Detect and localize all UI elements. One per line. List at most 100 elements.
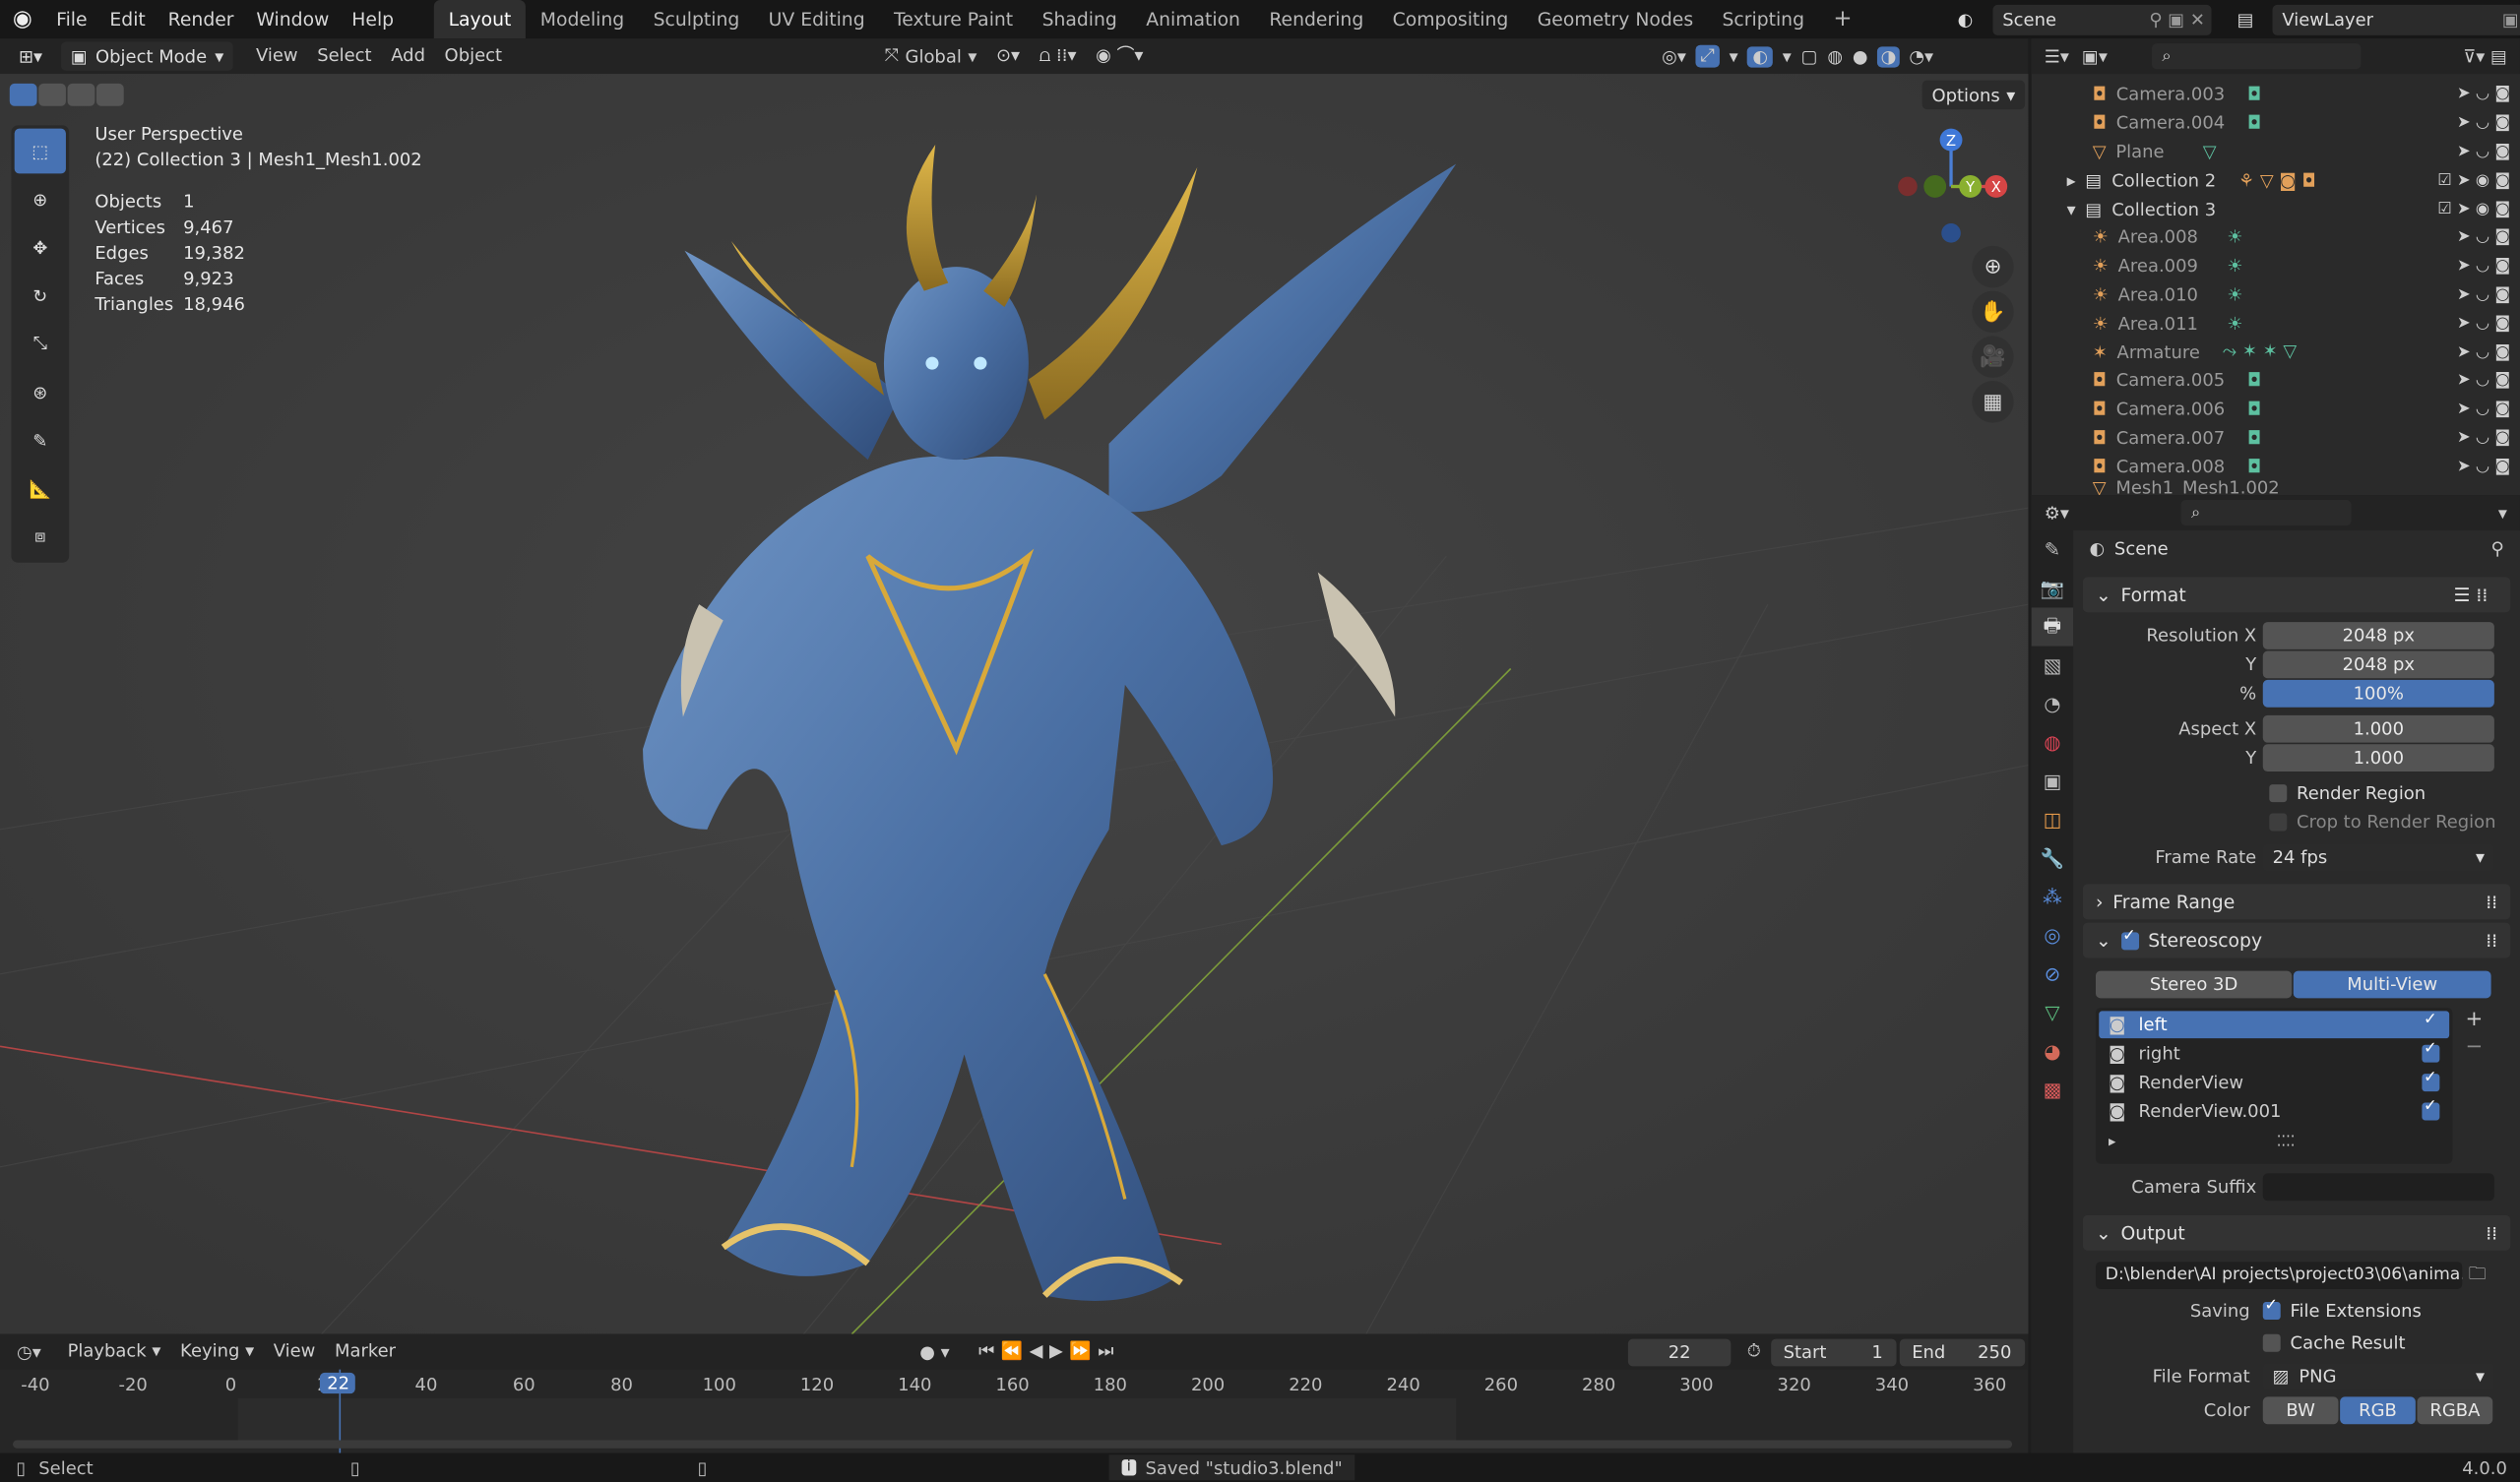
drag-handle-icon[interactable]: ⁞⁞ — [2486, 1221, 2510, 1244]
visibility-icons[interactable]: ➤ ◡ ◙ — [2457, 424, 2510, 453]
visibility-icons[interactable]: ➤ ◡ ◙ — [2457, 309, 2510, 338]
visibility-icons[interactable]: ☑ ➤ ◉ ◙ — [2437, 166, 2510, 195]
view-layer-selector[interactable]: ▤ ViewLayer ▣ ✕ — [2237, 3, 2520, 35]
scene-tab-icon[interactable]: ◔ — [2032, 685, 2073, 723]
tab-scripting[interactable]: Scripting — [1708, 0, 1819, 38]
collapse-icon[interactable]: ▾ — [2067, 199, 2076, 219]
add-view-button[interactable]: + — [2465, 1008, 2483, 1032]
camera-view-icon[interactable]: 🎥 — [1972, 336, 2014, 378]
visibility-icons[interactable]: ➤ ◡ ◙ — [2457, 223, 2510, 252]
outliner-editor-icon[interactable]: ☰▾ — [2045, 46, 2069, 67]
view-checkbox[interactable] — [2422, 1097, 2440, 1120]
folder-icon[interactable]: 🗀 — [2469, 1261, 2487, 1291]
current-frame-field[interactable]: 22 — [1627, 1337, 1732, 1366]
timeline-editor-icon[interactable]: ◷▾ — [0, 1341, 58, 1362]
view-layer-tab-icon[interactable]: ▧ — [2032, 647, 2073, 685]
filter-icon[interactable]: ⊽▾ ▤ — [2463, 46, 2520, 67]
menu-view[interactable]: View — [264, 1334, 325, 1370]
zoom-icon[interactable]: ⊕ — [1972, 245, 2014, 288]
measure-tool-icon[interactable]: 📐 — [15, 466, 66, 512]
tab-uv-editing[interactable]: UV Editing — [754, 0, 879, 38]
gizmo-dropdown-icon[interactable]: ▾ — [1730, 46, 1738, 67]
stereoscopy-enable-checkbox[interactable] — [2120, 927, 2139, 950]
crop-region-checkbox[interactable]: Crop to Render Region — [2083, 807, 2510, 835]
select-extend-icon[interactable] — [38, 83, 66, 106]
visibility-icons[interactable]: ➤ ◡ ◙ — [2457, 252, 2510, 280]
outliner-row[interactable]: ◘ Camera.008 ◘ ➤ ◡ ◙ — [2032, 453, 2520, 481]
object-tab-icon[interactable]: ◫ — [2032, 800, 2073, 838]
gizmo-toggle-icon[interactable]: ⤢ — [1695, 44, 1720, 68]
cache-result-checkbox[interactable] — [2262, 1332, 2281, 1351]
playback-controls[interactable]: ⏮⏪◀▶⏩⏭ — [978, 1340, 1120, 1363]
properties-editor-icon[interactable]: ⚙▾ — [2045, 502, 2069, 523]
view-checkbox[interactable] — [2422, 1068, 2440, 1091]
tool-tab-icon[interactable]: ✎ — [2032, 530, 2073, 569]
file-extensions-checkbox[interactable] — [2262, 1296, 2281, 1320]
gizmo-neg-x-axis[interactable] — [1898, 176, 1918, 197]
outliner-row[interactable]: ☀ Area.008 ☀ ➤ ◡ ◙ — [2032, 223, 2520, 252]
outliner-search-input[interactable]: ⌕ — [2152, 43, 2362, 70]
view-item-renderview[interactable]: ◙ RenderView — [2099, 1068, 2449, 1096]
menu-window[interactable]: Window — [245, 0, 341, 38]
rotate-tool-icon[interactable]: ↻ — [15, 274, 66, 319]
view-checkbox[interactable] — [2422, 1011, 2440, 1034]
properties-search-input[interactable]: ⌕ — [2181, 499, 2353, 526]
list-expand-icon[interactable]: ▸ — [2109, 1135, 2115, 1150]
visibility-icons[interactable]: ➤ ◡ ◙ — [2457, 280, 2510, 309]
visibility-icons[interactable]: ➤ ◡ ◙ — [2457, 109, 2510, 138]
color-rgba-button[interactable]: RGBA — [2417, 1395, 2493, 1424]
start-frame-field[interactable]: Start 1 — [1770, 1337, 1896, 1366]
particles-tab-icon[interactable]: ⁂ — [2032, 878, 2073, 916]
multi-view-tab[interactable]: Multi-View — [2293, 970, 2491, 999]
resolution-percent-slider[interactable]: 100% — [2262, 679, 2494, 707]
add-cube-tool-icon[interactable]: ⧈ — [15, 515, 66, 560]
visibility-icons[interactable]: ➤ ◡ ◙ — [2457, 395, 2510, 423]
modifier-tab-icon[interactable]: 🔧 — [2032, 839, 2073, 878]
overlay-toggle-icon[interactable]: ◐ — [1747, 45, 1773, 67]
blender-logo-icon[interactable]: ◉ — [0, 7, 45, 32]
aspect-x-field[interactable]: 1.000 — [2262, 714, 2494, 742]
aspect-y-field[interactable]: 1.000 — [2262, 743, 2494, 772]
remove-view-button[interactable]: − — [2465, 1035, 2483, 1060]
menu-view[interactable]: View — [246, 38, 307, 74]
frame-range-panel-header[interactable]: › Frame Range ⁞⁞ — [2082, 884, 2511, 920]
tab-texture-paint[interactable]: Texture Paint — [879, 0, 1028, 38]
material-tab-icon[interactable]: ◕ — [2032, 1032, 2073, 1071]
mode-dropdown[interactable]: ▣ Object Mode ▾ — [61, 41, 234, 71]
gizmo-neg-y-axis[interactable] — [1923, 175, 1947, 198]
ortho-grid-icon[interactable]: ▦ — [1972, 381, 2014, 423]
annotate-tool-icon[interactable]: ✎ — [15, 418, 66, 463]
outliner-row[interactable]: ◘ Camera.006 ◘ ➤ ◡ ◙ — [2032, 395, 2520, 423]
transform-orientation[interactable]: ⤧ Global ▾ — [885, 45, 977, 68]
outliner-row[interactable]: ◘ Camera.005 ◘ ➤ ◡ ◙ — [2032, 366, 2520, 395]
outliner-row[interactable]: ☀ Area.011 ☀ ➤ ◡ ◙ — [2032, 309, 2520, 338]
menu-file[interactable]: File — [45, 0, 98, 38]
tab-rendering[interactable]: Rendering — [1255, 0, 1378, 38]
rendered-shading-icon[interactable]: ◔▾ — [1909, 46, 1933, 67]
output-path-input[interactable]: D:\blender\AI projects\project03\06\anim… — [2095, 1262, 2463, 1289]
data-tab-icon[interactable]: ▽ — [2032, 993, 2073, 1031]
checkbox[interactable] — [2269, 783, 2288, 802]
new-view-layer-icon[interactable]: ▣ ✕ — [2502, 9, 2520, 30]
menu-render[interactable]: Render — [157, 0, 245, 38]
drag-handle-icon[interactable]: ⁞⁞ — [2486, 891, 2510, 913]
snap-icon[interactable]: ⩍ ⁞⁞▾ — [1030, 38, 1086, 74]
tab-geometry-nodes[interactable]: Geometry Nodes — [1523, 0, 1708, 38]
render-tab-icon[interactable]: 📷 — [2032, 569, 2073, 607]
tab-modeling[interactable]: Modeling — [526, 0, 639, 38]
cursor-tool-icon[interactable]: ⊕ — [15, 177, 66, 222]
format-panel-header[interactable]: ⌄ Format ☰ ⁞⁞ — [2082, 577, 2511, 613]
menu-add[interactable]: Add — [381, 38, 434, 74]
render-region-checkbox[interactable]: Render Region — [2083, 778, 2510, 807]
visibility-icons[interactable]: ➤ ◡ ◙ — [2457, 81, 2510, 109]
visibility-icons[interactable]: ➤ ◡ ◙ — [2457, 366, 2510, 395]
tab-shading[interactable]: Shading — [1028, 0, 1132, 38]
output-panel-header[interactable]: ⌄ Output ⁞⁞ — [2082, 1214, 2511, 1251]
select-subtract-icon[interactable] — [67, 83, 95, 106]
view-item-right[interactable]: ◙ right — [2099, 1038, 2449, 1067]
menu-edit[interactable]: Edit — [98, 0, 157, 38]
transform-tool-icon[interactable]: ⊛ — [15, 370, 66, 415]
color-bw-button[interactable]: BW — [2262, 1395, 2339, 1424]
timeline-scrollbar[interactable] — [13, 1440, 2013, 1449]
editor-type-icon[interactable]: ⊞▾ — [0, 46, 61, 67]
